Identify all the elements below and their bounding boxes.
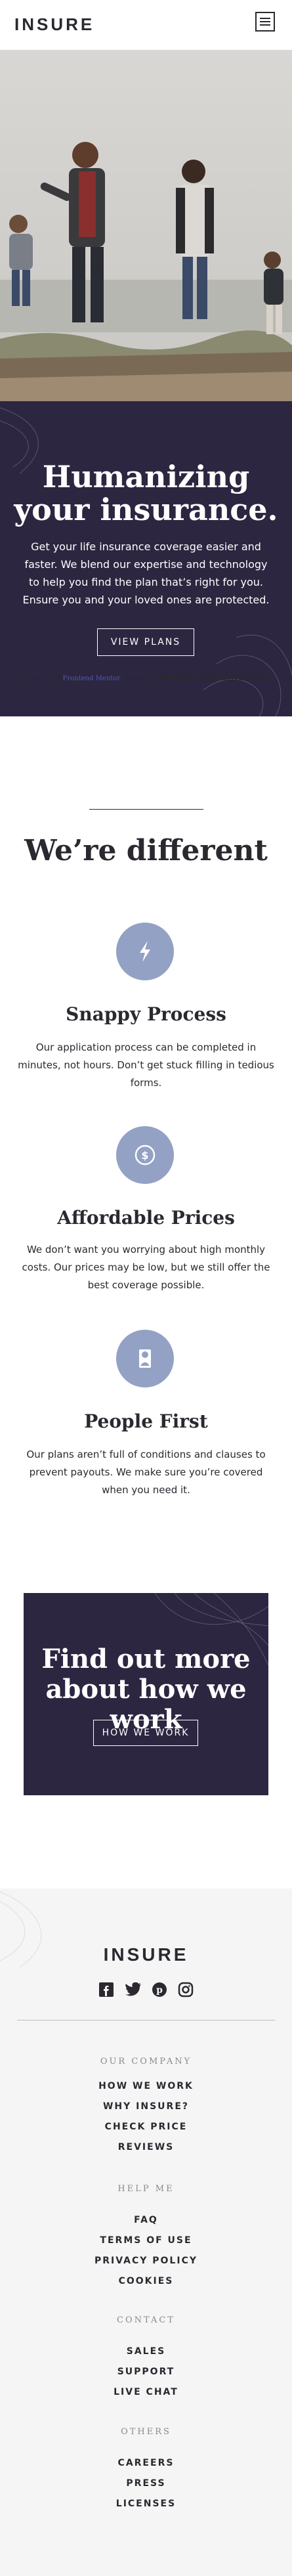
cta-section: Find out more about how we work HOW WE W… <box>24 1593 268 1795</box>
footer-link[interactable]: WHY INSURE? <box>0 2101 292 2112</box>
footer-link[interactable]: PRESS <box>0 2478 292 2489</box>
feature-title: Snappy Process <box>66 1003 226 1025</box>
feature-text: Our application process can be completed… <box>18 1041 274 1089</box>
footer-heading-our-company: OUR COMPANY <box>100 2057 192 2066</box>
footer-link[interactable]: LICENSES <box>0 2499 292 2509</box>
svg-text:$: $ <box>141 1149 148 1162</box>
footer-heading-contact: CONTACT <box>117 2315 175 2325</box>
hero-section: Humanizing your insurance. Get your life… <box>0 401 292 716</box>
feature-title: People First <box>84 1410 208 1432</box>
footer-link[interactable]: COOKIES <box>0 2276 292 2286</box>
twitter-icon[interactable] <box>125 1982 142 1997</box>
footer-logo[interactable]: INSURE <box>0 1944 292 1965</box>
frontend-mentor-link[interactable]: Frontend Mentor <box>63 675 119 682</box>
view-plans-button[interactable]: VIEW PLANS <box>97 628 194 656</box>
section-divider <box>89 809 203 810</box>
dollar-icon: $ <box>116 1126 174 1184</box>
footer-heading-others: OTHERS <box>121 2427 171 2437</box>
footer: INSURE p OUR COMPANY HOW WE WORK WHY INS… <box>0 1888 292 2576</box>
how-we-work-button[interactable]: HOW WE WORK <box>93 1720 198 1746</box>
credit-prefix: Challenge by <box>17 675 63 682</box>
author-name: Tomasz Abramowski <box>157 671 270 683</box>
footer-heading-help-me: HELP ME <box>117 2184 175 2194</box>
feature-text: Our plans aren’t full of conditions and … <box>26 1449 266 1496</box>
footer-link[interactable]: SALES <box>0 2346 292 2357</box>
credit-middle: . Coded by <box>119 675 157 682</box>
footer-link[interactable]: SUPPORT <box>0 2367 292 2377</box>
instagram-icon[interactable] <box>178 1982 194 1997</box>
person-icon <box>116 1330 174 1387</box>
footer-link[interactable]: REVIEWS <box>0 2142 292 2152</box>
footer-link[interactable]: CHECK PRICE <box>0 2122 292 2132</box>
attribution: Challenge by Frontend Mentor. Coded by T… <box>17 671 269 683</box>
footer-link[interactable]: TERMS OF USE <box>0 2235 292 2246</box>
different-title: We’re different <box>24 834 268 867</box>
feature-text: We don’t want you worrying about high mo… <box>22 1244 270 1291</box>
facebook-icon[interactable] <box>98 1982 114 1997</box>
footer-link[interactable]: CAREERS <box>0 2458 292 2468</box>
svg-text:p: p <box>156 1985 163 1996</box>
hero-text: Get your life insurance coverage easier … <box>22 540 270 606</box>
footer-link[interactable]: HOW WE WORK <box>0 2081 292 2091</box>
hero-title: Humanizing your insurance. <box>14 459 278 527</box>
pinterest-icon[interactable]: p <box>152 1982 167 1997</box>
footer-link[interactable]: PRIVACY POLICY <box>0 2256 292 2266</box>
logo[interactable]: INSURE <box>14 14 94 35</box>
social-links: p <box>98 1980 194 1999</box>
footer-link[interactable]: LIVE CHAT <box>0 2387 292 2397</box>
footer-link[interactable]: FAQ <box>0 2215 292 2225</box>
hero-image <box>0 50 292 401</box>
feature-title: Affordable Prices <box>57 1207 235 1229</box>
lightning-icon <box>116 923 174 980</box>
header: INSURE <box>0 0 292 50</box>
hamburger-icon[interactable] <box>255 12 275 32</box>
